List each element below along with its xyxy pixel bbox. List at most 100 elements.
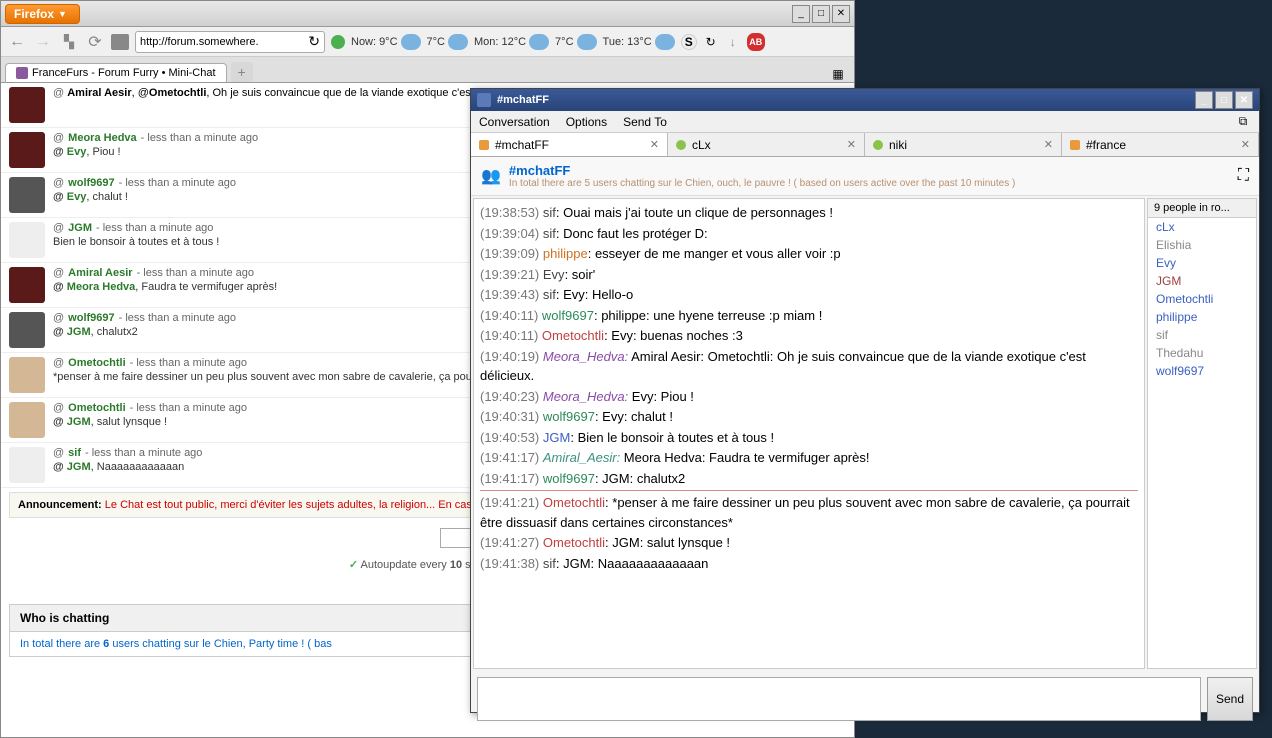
stumble-icon[interactable]: S <box>681 34 697 50</box>
tab-close-icon[interactable]: ✕ <box>650 138 659 151</box>
user-item[interactable]: cLx <box>1148 218 1256 236</box>
user-item[interactable]: Ometochtli <box>1148 290 1256 308</box>
tab-status-icon <box>1070 140 1080 150</box>
forward-button[interactable]: → <box>33 32 53 52</box>
irc-user-list: 9 people in ro... cLxElishiaEvyJGMOmetoc… <box>1147 198 1257 669</box>
irc-line: (19:40:31) wolf9697: Evy: chalut ! <box>480 407 1138 427</box>
url-bar[interactable]: http://forum.somewhere. ↻ <box>135 31 325 53</box>
window-controls: _ □ ✕ <box>792 5 850 23</box>
avatar <box>9 132 45 168</box>
cloud-icon <box>577 34 597 50</box>
irc-line: (19:41:17) wolf9697: JGM: chalutx2 <box>480 469 1138 489</box>
channel-name: #mchatFF <box>509 163 1015 178</box>
weather-tue-temp: 13°C <box>627 36 652 48</box>
irc-tab[interactable]: niki✕ <box>865 133 1062 156</box>
irc-tab[interactable]: cLx ✕ <box>668 133 865 156</box>
avatar <box>9 267 45 303</box>
firefox-menu-label: Firefox <box>14 7 54 21</box>
avatar <box>9 357 45 393</box>
sync-icon[interactable]: ⟳ <box>85 32 105 52</box>
avatar <box>9 87 45 123</box>
avatar <box>9 222 45 258</box>
avatar <box>9 177 45 213</box>
minimize-button[interactable]: _ <box>792 5 810 23</box>
menu-sendto[interactable]: Send To <box>623 115 667 129</box>
irc-line: (19:40:11) Ometochtli: Evy: buenas noche… <box>480 326 1138 346</box>
cloud-icon <box>655 34 675 50</box>
weather-bar: Now: 9°C 7°C Mon: 12°C 7°C Tue: 13°C <box>351 34 675 50</box>
browser-tab[interactable]: FranceFurs - Forum Furry • Mini-Chat <box>5 63 227 82</box>
firefox-menu-button[interactable]: Firefox ▼ <box>5 4 80 24</box>
menu-conversation[interactable]: Conversation <box>479 115 550 129</box>
irc-body: (19:38:53) sif: Ouai mais j'ai toute un … <box>471 196 1259 671</box>
cloud-icon <box>529 34 549 50</box>
irc-tab[interactable]: #france ✕ <box>1062 133 1259 156</box>
irc-menubar: Conversation Options Send To ⧉ <box>471 111 1259 133</box>
user-item[interactable]: Elishia <box>1148 236 1256 254</box>
maximize-button[interactable]: □ <box>1215 91 1233 109</box>
tab-status-icon <box>873 140 883 150</box>
download-icon[interactable]: ↓ <box>725 34 741 50</box>
weather-mon-label: Mon: <box>474 36 498 48</box>
refresh-icon[interactable]: ↻ <box>703 34 719 50</box>
adblock-icon[interactable]: AB <box>747 33 765 51</box>
tab-label: #france <box>1086 138 1126 152</box>
reload-icon[interactable]: ↻ <box>308 33 320 50</box>
user-item[interactable]: Evy <box>1148 254 1256 272</box>
irc-line: (19:41:27) Ometochtli: JGM: salut lynsqu… <box>480 533 1138 553</box>
user-item[interactable]: philippe <box>1148 308 1256 326</box>
new-tab-button[interactable]: + <box>231 62 253 82</box>
user-item[interactable]: Thedahu <box>1148 344 1256 362</box>
window-icon[interactable]: ⧉ <box>1235 114 1251 130</box>
chevron-down-icon: ▼ <box>58 9 67 19</box>
maximize-button[interactable]: □ <box>812 5 830 23</box>
tab-status-icon <box>676 140 686 150</box>
close-button[interactable]: ✕ <box>1235 91 1253 109</box>
weather-t1: 7°C <box>427 36 445 48</box>
weather-mon-temp: 12°C <box>501 36 526 48</box>
irc-channel-header: 👥 #mchatFF In total there are 5 users ch… <box>471 157 1259 196</box>
irc-line: (19:41:17) Amiral_Aesir: Meora Hedva: Fa… <box>480 448 1138 468</box>
irc-message-input[interactable] <box>477 677 1201 721</box>
irc-tab[interactable]: #mchatFF ✕ <box>471 133 668 156</box>
channel-topic: In total there are 5 users chatting sur … <box>509 178 1015 189</box>
irc-window: #mchatFF _ □ ✕ Conversation Options Send… <box>470 88 1260 713</box>
bookmark-icon[interactable] <box>111 34 129 50</box>
tab-close-icon[interactable]: ✕ <box>847 138 856 151</box>
irc-send-button[interactable]: Send <box>1207 677 1253 721</box>
avatar <box>9 447 45 483</box>
irc-line: (19:40:53) JGM: Bien le bonsoir à toutes… <box>480 428 1138 448</box>
toolbar: ← → ▚ ⟳ http://forum.somewhere. ↻ Now: 9… <box>1 27 854 57</box>
irc-line: (19:39:43) sif: Evy: Hello-o <box>480 285 1138 305</box>
irc-window-controls: _ □ ✕ <box>1195 91 1253 109</box>
announce-text: Le Chat est tout public, merci d'éviter … <box>105 499 510 511</box>
status-icon <box>331 35 345 49</box>
rss-icon[interactable]: ▚ <box>59 32 79 52</box>
irc-line: (19:40:19) Meora_Hedva: Amiral Aesir: Om… <box>480 347 1138 386</box>
user-count: 9 people in ro... <box>1148 199 1256 218</box>
titlebar: Firefox ▼ _ □ ✕ <box>1 1 854 27</box>
url-text: http://forum.somewhere. <box>140 36 259 48</box>
irc-line: (19:39:21) Evy: soir' <box>480 265 1138 285</box>
tab-label: #mchatFF <box>495 138 549 152</box>
expand-icon[interactable]: ⛶ <box>1238 167 1249 185</box>
user-item[interactable]: sif <box>1148 326 1256 344</box>
tab-close-icon[interactable]: ✕ <box>1044 138 1053 151</box>
close-button[interactable]: ✕ <box>832 5 850 23</box>
weather-t2: 7°C <box>555 36 573 48</box>
tab-groups-icon[interactable]: ▦ <box>830 66 846 82</box>
user-item[interactable]: JGM <box>1148 272 1256 290</box>
tab-label: cLx <box>692 138 711 152</box>
irc-line: (19:40:23) Meora_Hedva: Evy: Piou ! <box>480 387 1138 407</box>
irc-titlebar[interactable]: #mchatFF _ □ ✕ <box>471 89 1259 111</box>
user-item[interactable]: wolf9697 <box>1148 362 1256 380</box>
back-button[interactable]: ← <box>7 32 27 52</box>
minimize-button[interactable]: _ <box>1195 91 1213 109</box>
weather-now-temp: 9°C <box>379 36 397 48</box>
tab-title: FranceFurs - Forum Furry • Mini-Chat <box>32 67 216 79</box>
avatar <box>9 402 45 438</box>
people-icon: 👥 <box>481 166 501 186</box>
tab-close-icon[interactable]: ✕ <box>1241 138 1250 151</box>
menu-options[interactable]: Options <box>566 115 607 129</box>
irc-chat-log[interactable]: (19:38:53) sif: Ouai mais j'ai toute un … <box>473 198 1145 669</box>
